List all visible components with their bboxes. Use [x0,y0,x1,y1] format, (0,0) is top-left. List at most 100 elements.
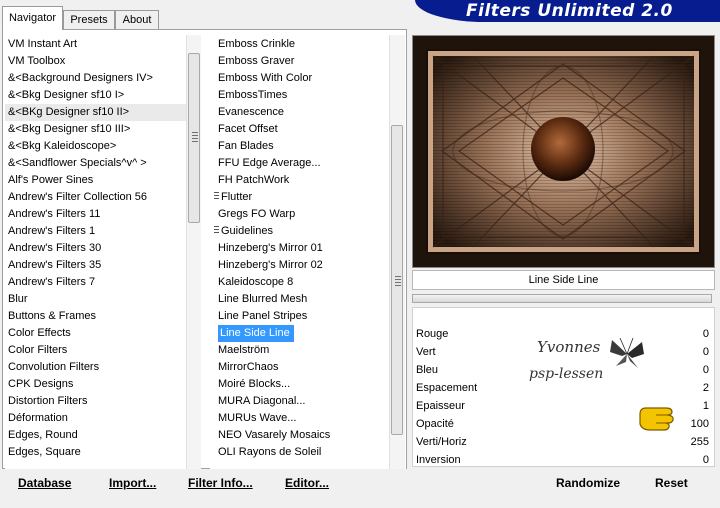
filter-scroll-thumb[interactable] [391,125,403,435]
category-item[interactable]: Andrew's Filters 11 [5,206,201,223]
category-item[interactable]: &<Bkg Designer sf10 I> [5,87,201,104]
parameter-value[interactable]: 255 [691,433,709,451]
category-item[interactable]: VM Instant Art [5,36,201,53]
parameter-name: Inversion [416,454,461,466]
parameter-value[interactable]: 1 [703,397,709,415]
category-scrollbar[interactable] [186,35,201,469]
database-button[interactable]: Database [18,476,71,490]
filter-item[interactable]: Line Side Line [214,325,406,342]
filter-item[interactable]: Gregs FO Warp [214,206,406,223]
parameter-name: Epaisseur [416,400,465,412]
category-item[interactable]: Andrew's Filters 1 [5,223,201,240]
filter-item[interactable]: Emboss With Color [214,70,406,87]
reset-button[interactable]: Reset [655,476,688,490]
category-item[interactable]: Edges, Round [5,427,201,444]
filter-item[interactable]: Moiré Blocks... [214,376,406,393]
category-item[interactable]: Andrew's Filters 30 [5,240,201,257]
watermark-line1: Yvonnes [537,338,601,356]
filter-item-label: Guidelines [221,225,273,237]
filter-item-label: FFU Edge Average... [218,157,321,169]
filter-item-label: NEO Vasarely Mosaics [218,429,331,441]
filter-item[interactable]: Emboss Crinkle [214,36,406,53]
category-item[interactable]: Andrew's Filter Collection 56 [5,189,201,206]
filter-item[interactable]: Guidelines [214,223,406,240]
tab-presets[interactable]: Presets [63,10,115,29]
parameter-row[interactable]: Verti/Horiz 255 [413,433,713,451]
category-item[interactable]: Déformation [5,410,201,427]
filter-item[interactable]: Kaleidoscope 8 [214,274,406,291]
filter-info-button[interactable]: Filter Info... [188,476,253,490]
category-list[interactable]: VM Instant Art VM Toolbox &<Background Des… [5,35,201,469]
import-button[interactable]: Import... [109,476,156,490]
category-item[interactable]: CPK Designs [5,376,201,393]
parameter-value[interactable]: 2 [703,379,709,397]
filter-item-label: Gregs FO Warp [218,208,296,220]
folder-icon [214,226,219,235]
category-item[interactable]: Color Filters [5,342,201,359]
filter-item-label: MURUs Wave... [218,412,297,424]
filter-item[interactable]: Fan Blades [214,138,406,155]
filter-item[interactable]: Flutter [214,189,406,206]
parameter-name: Opacité [416,418,454,430]
category-item[interactable]: Alf's Power Sines [5,172,201,189]
filter-item[interactable]: Facet Offset [214,121,406,138]
parameter-value[interactable]: 100 [691,415,709,433]
category-item[interactable]: Color Effects [5,325,201,342]
filter-item-label: Evanescence [218,106,285,118]
folder-icon [214,192,219,201]
parameter-name: Rouge [416,328,449,340]
filter-item[interactable]: FFU Edge Average... [214,155,406,172]
category-item[interactable]: Buttons & Frames [5,308,201,325]
filter-item-label: EmbossTimes [218,89,288,101]
filter-item-label: Kaleidoscope 8 [218,276,294,288]
filter-item[interactable]: NEO Vasarely Mosaics [214,427,406,444]
parameter-name: Espacement [416,382,478,394]
tab-about[interactable]: About [115,10,159,29]
category-item[interactable]: Andrew's Filters 35 [5,257,201,274]
filter-item[interactable]: Hinzeberg's Mirror 01 [214,240,406,257]
filter-item[interactable]: EmbossTimes [214,87,406,104]
filter-item[interactable]: Maelström [214,342,406,359]
parameter-value[interactable]: 0 [703,343,709,361]
filter-item-label: Line Panel Stripes [218,310,308,322]
filter-item[interactable]: Hinzeberg's Mirror 02 [214,257,406,274]
filter-item[interactable]: MURA Diagonal... [214,393,406,410]
preview-filter-label: Line Side Line [412,270,715,290]
filter-item-label: Moiré Blocks... [218,378,291,390]
category-item[interactable]: &<BKg Designer sf10 II> [5,104,201,121]
filter-item[interactable]: Emboss Graver [214,53,406,70]
category-item[interactable]: Distortion Filters [5,393,201,410]
filter-list[interactable]: Emboss Crinkle Emboss Graver Emboss With C… [210,35,406,469]
category-item[interactable]: Edges, Square [5,444,201,461]
filter-item-label: Maelström [218,344,270,356]
filter-item-label: Hinzeberg's Mirror 02 [218,259,323,271]
parameter-name: Vert [416,346,436,358]
filter-item[interactable]: MURUs Wave... [214,410,406,427]
category-item[interactable]: &<Sandflower Specials^v^ > [5,155,201,172]
parameter-value[interactable]: 0 [703,451,709,466]
app-title: Filters Unlimited 2.0 [466,1,673,21]
parameter-value[interactable]: 0 [703,361,709,379]
parameter-name: Verti/Horiz [416,436,467,448]
category-item[interactable]: &<Bkg Kaleidoscope> [5,138,201,155]
category-item[interactable]: &<Bkg Designer sf10 III> [5,121,201,138]
filter-item-label: Emboss Crinkle [218,38,296,50]
category-item[interactable]: VM Toolbox [5,53,201,70]
filter-item[interactable]: MirrorChaos [214,359,406,376]
category-item[interactable]: Blur [5,291,201,308]
filter-item[interactable]: Line Panel Stripes [214,308,406,325]
filter-scrollbar[interactable] [389,35,405,469]
filter-item[interactable]: OLI Rayons de Soleil [214,444,406,461]
parameter-row[interactable]: Inversion 0 [413,451,713,466]
randomize-button[interactable]: Randomize [556,476,620,490]
category-item[interactable]: Convolution Filters [5,359,201,376]
filter-item[interactable]: Line Blurred Mesh [214,291,406,308]
category-item[interactable]: Andrew's Filters 7 [5,274,201,291]
parameter-value[interactable]: 0 [703,325,709,343]
tab-navigator[interactable]: Navigator [2,6,63,30]
category-item[interactable]: &<Background Designers IV> [5,70,201,87]
category-scroll-thumb[interactable] [188,53,200,223]
filter-item[interactable]: FH PatchWork [214,172,406,189]
editor-button[interactable]: Editor... [285,476,329,490]
filter-item[interactable]: Evanescence [214,104,406,121]
